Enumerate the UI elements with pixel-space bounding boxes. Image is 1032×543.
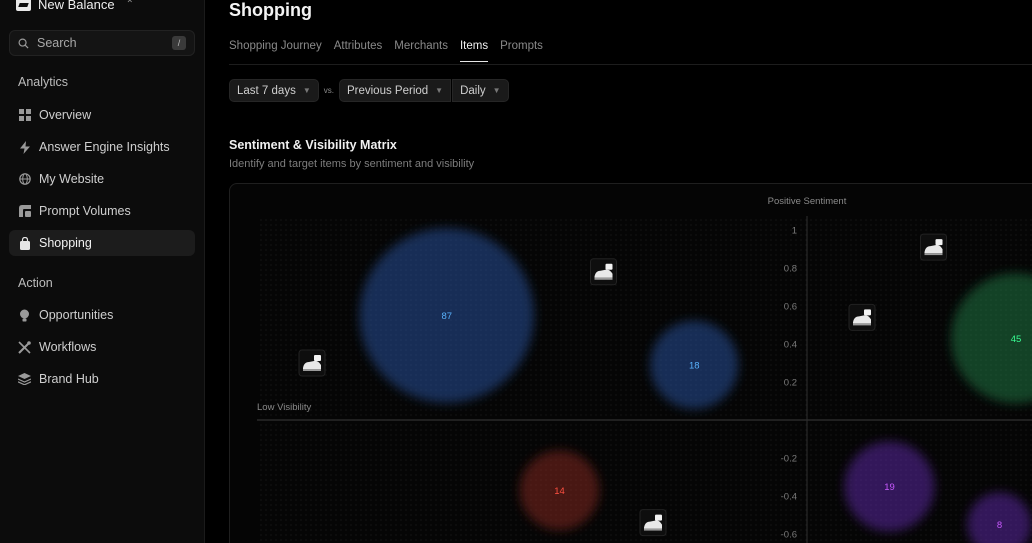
layers-icon	[18, 373, 31, 386]
brand-switcher[interactable]: New Balance ⌃	[16, 0, 134, 14]
shoe-sole-icon	[853, 323, 871, 326]
bolt-icon	[18, 140, 31, 154]
sidebar: New Balance ⌃ Search / Analytics Overvie…	[0, 0, 205, 543]
chevron-down-icon: ▼	[492, 86, 501, 95]
sidebar-item-my-website[interactable]: My Website	[9, 166, 195, 192]
bubble-value-label: 8	[997, 520, 1002, 531]
brand-logo-icon	[16, 0, 31, 11]
product-thumbnail[interactable]	[590, 258, 617, 286]
shoe-sole-icon	[924, 253, 943, 256]
y-tick-label: 1	[792, 226, 797, 237]
sidebar-item-label: Prompt Volumes	[39, 204, 131, 218]
sidebar-item-answer-engine-insights[interactable]: Answer Engine Insights	[9, 134, 195, 160]
sidebar-item-label: Workflows	[39, 340, 97, 354]
bubble-value-label: 14	[554, 486, 565, 497]
tab-items[interactable]: Items	[459, 40, 489, 62]
y-tick-label: -0.6	[781, 530, 797, 541]
chart-icon	[18, 205, 31, 218]
tab-bar: Shopping Journey Attributes Merchants It…	[229, 40, 543, 62]
compare-controls: Previous Period ▼ Daily ▼	[338, 79, 509, 102]
search-shortcut: /	[172, 36, 186, 50]
bag-icon	[18, 236, 31, 250]
positive-sentiment-label: Positive Sentiment	[768, 196, 847, 207]
matrix-card: 1 0.8 0.6 0.4 0.2 -0.2 -0.4 -0.6 87 18 45 14 19 8 Po…	[229, 183, 1032, 543]
y-tick-label: 0.6	[784, 302, 797, 313]
brand-name: New Balance	[38, 0, 115, 12]
bubble-value-label: 19	[884, 482, 895, 493]
tab-merchants[interactable]: Merchants	[394, 40, 448, 62]
filter-bar: Last 7 days ▼ vs. Previous Period ▼ Dail…	[229, 79, 509, 102]
search-icon	[18, 38, 29, 49]
granularity-value: Daily	[460, 84, 486, 97]
main-content: Shopping Shopping Journey Attributes Mer…	[206, 0, 1032, 543]
bubble-value-label: 45	[1011, 334, 1022, 345]
product-thumbnail[interactable]	[639, 509, 667, 537]
sidebar-item-label: Shopping	[39, 236, 92, 250]
date-range-value: Last 7 days	[237, 84, 296, 97]
low-visibility-label: Low Visibility	[257, 402, 311, 413]
compare-period-value: Previous Period	[346, 84, 429, 97]
tag-icon	[314, 355, 321, 361]
bulb-icon	[18, 309, 31, 322]
tabs-divider	[229, 64, 1032, 65]
grid-icon	[18, 109, 31, 122]
tag-icon	[605, 263, 613, 270]
tools-icon	[18, 340, 31, 354]
search-placeholder: Search	[37, 36, 77, 50]
tag-icon	[655, 514, 662, 521]
sidebar-item-label: Overview	[39, 108, 92, 122]
chevron-down-icon: ▼	[302, 86, 311, 95]
sidebar-item-workflows[interactable]: Workflows	[9, 334, 195, 360]
product-thumbnail[interactable]	[298, 349, 326, 377]
sidebar-item-brand-hub[interactable]: Brand Hub	[9, 366, 195, 392]
shoe-sole-icon	[594, 277, 613, 280]
sidebar-item-prompt-volumes[interactable]: Prompt Volumes	[9, 198, 195, 224]
date-range-select[interactable]: Last 7 days ▼	[229, 79, 319, 102]
y-tick-label: 0.2	[784, 378, 797, 389]
shoe-sole-icon	[644, 528, 662, 531]
bubble-value-label: 87	[441, 311, 452, 322]
tab-prompts[interactable]: Prompts	[500, 40, 543, 62]
sidebar-item-label: Answer Engine Insights	[39, 140, 170, 154]
page-title: Shopping	[229, 0, 312, 20]
vs-label: vs.	[323, 86, 334, 95]
matrix-subtitle: Identify and target items by sentiment a…	[229, 158, 475, 170]
sidebar-item-label: My Website	[39, 172, 105, 186]
search-input[interactable]: Search /	[9, 30, 195, 56]
tab-attributes[interactable]: Attributes	[334, 40, 383, 62]
tag-icon	[935, 239, 943, 246]
sidebar-item-shopping[interactable]: Shopping	[9, 230, 195, 256]
sidebar-item-label: Opportunities	[39, 308, 114, 322]
product-thumbnail[interactable]	[920, 233, 947, 261]
compare-period-select[interactable]: Previous Period ▼	[338, 79, 452, 102]
matrix-title: Sentiment & Visibility Matrix	[229, 138, 397, 152]
y-tick-label: -0.2	[781, 454, 797, 465]
y-tick-label: -0.4	[781, 492, 797, 503]
tag-icon	[864, 309, 871, 316]
chevron-down-icon: ▼	[435, 86, 444, 95]
y-tick-label: 0.8	[784, 264, 797, 275]
matrix-chart: 1 0.8 0.6 0.4 0.2 -0.2 -0.4 -0.6 87 18 45 14 19 8 Po…	[257, 196, 1032, 543]
sidebar-item-overview[interactable]: Overview	[9, 102, 195, 128]
sidebar-item-label: Brand Hub	[39, 372, 99, 386]
bubble-value-label: 18	[689, 360, 700, 371]
sidebar-item-opportunities[interactable]: Opportunities	[9, 302, 195, 328]
section-analytics: Analytics	[18, 75, 69, 89]
product-thumbnail[interactable]	[848, 303, 876, 331]
chevron-updown-icon: ⌃	[125, 0, 134, 10]
globe-icon	[18, 173, 31, 186]
section-action: Action	[18, 276, 53, 290]
granularity-select[interactable]: Daily ▼	[452, 79, 509, 102]
tab-shopping-journey[interactable]: Shopping Journey	[229, 40, 322, 62]
y-tick-label: 0.4	[784, 340, 797, 351]
shoe-sole-icon	[303, 369, 321, 371]
